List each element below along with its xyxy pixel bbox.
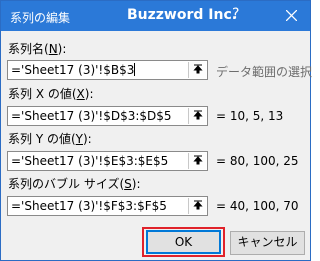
series-x-values-value: ='Sheet17 (3)'!$D$3:$D$5 [11, 109, 172, 123]
range-select-hint: データ範囲の選択 [216, 65, 313, 79]
range-select-button[interactable] [188, 62, 206, 78]
collapse-dialog-icon [193, 155, 203, 165]
series-y-values-label: 系列 Y の値(Y): [8, 132, 92, 146]
cancel-button[interactable]: キャンセル [230, 231, 305, 255]
help-button[interactable]: ? [232, 6, 239, 22]
ok-button[interactable]: OK [146, 230, 221, 254]
dialog-title: 系列の編集 [10, 11, 71, 25]
series-x-values-input[interactable]: ='Sheet17 (3)'!$D$3:$D$5 [7, 106, 208, 126]
access-key: Y [75, 132, 83, 146]
range-select-button[interactable] [188, 198, 206, 214]
series-x-values-label: 系列 X の値(X): [8, 87, 94, 101]
series-x-values-preview: = 10, 5, 13 [216, 109, 284, 123]
range-select-button[interactable] [188, 108, 206, 124]
close-button[interactable] [276, 2, 308, 30]
series-bubble-size-preview: = 40, 100, 70 [216, 199, 299, 213]
series-bubble-size-value: ='Sheet17 (3)'!$F$3:$F$5 [11, 199, 167, 213]
series-y-values-value: ='Sheet17 (3)'!$E$3:$E$5 [11, 154, 169, 168]
access-key: N [48, 42, 58, 56]
collapse-dialog-icon [193, 64, 203, 74]
collapse-dialog-icon [193, 110, 203, 120]
series-y-values-input[interactable]: ='Sheet17 (3)'!$E$3:$E$5 [7, 151, 208, 171]
series-name-input[interactable]: ='Sheet17 (3)'!$B$3 [7, 60, 208, 80]
text-caret [134, 63, 136, 76]
watermark-text: Buzzword Inc. [127, 7, 238, 23]
range-select-button[interactable] [188, 153, 206, 169]
close-icon [286, 10, 297, 21]
series-y-values-preview: = 80, 100, 25 [216, 154, 299, 168]
title-bar[interactable]: 系列の編集 Buzzword Inc. ? [1, 1, 310, 31]
edit-series-dialog: 系列の編集 Buzzword Inc. ? 系列名(N): ='Sheet17 … [0, 0, 313, 261]
access-key: S [124, 177, 132, 191]
series-name-label: 系列名(N): [8, 42, 67, 56]
series-name-value: ='Sheet17 (3)'!$B$3 [11, 63, 135, 77]
series-bubble-size-label: 系列のバブル サイズ(S): [8, 177, 141, 191]
series-bubble-size-input[interactable]: ='Sheet17 (3)'!$F$3:$F$5 [7, 196, 208, 216]
collapse-dialog-icon [193, 200, 203, 210]
dialog-body: 系列名(N): ='Sheet17 (3)'!$B$3 データ範囲の選択 系列 … [1, 31, 313, 260]
access-key: X [76, 87, 85, 101]
